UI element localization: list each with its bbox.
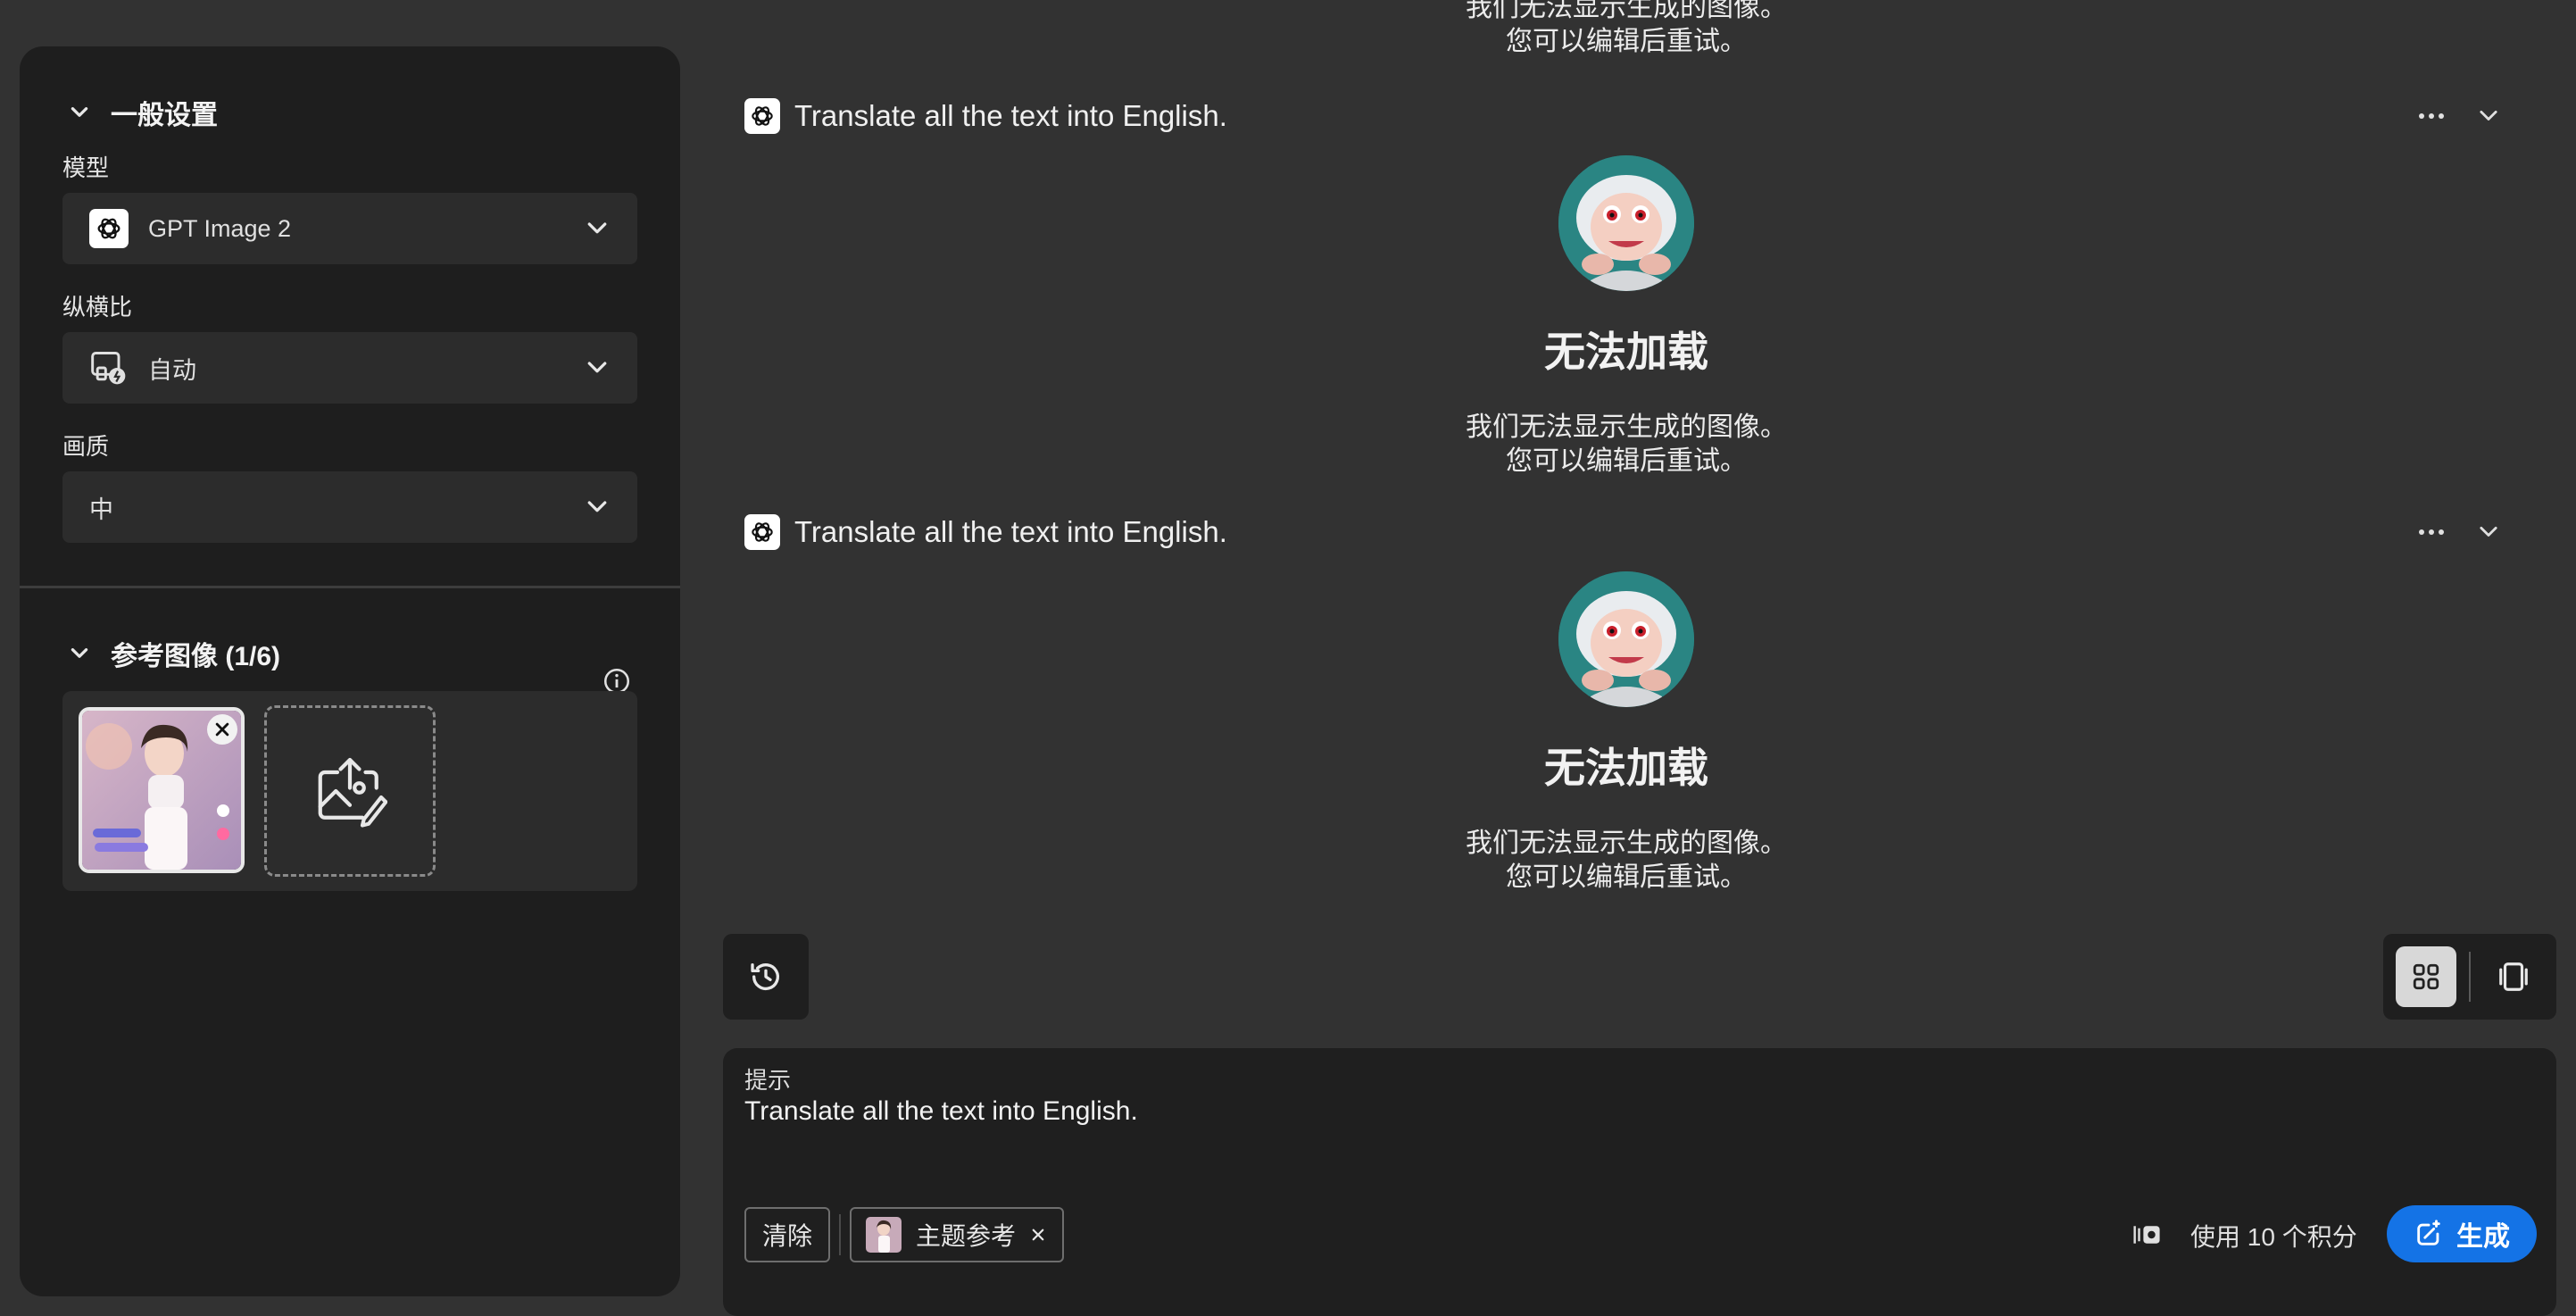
close-icon: [213, 720, 231, 738]
clear-button[interactable]: 清除: [744, 1207, 831, 1262]
error-line-2: 您可以编辑后重试。: [1506, 862, 1747, 892]
more-options-button[interactable]: [2415, 100, 2447, 132]
section-divider: [20, 586, 680, 588]
generation-prompt: Translate all the text into English.: [794, 99, 1227, 132]
chevron-down-icon: [584, 494, 611, 521]
reference-images-title: 参考图像 (1/6): [111, 642, 281, 671]
prompt-box: 提示 Translate all the text into English. …: [723, 1048, 2556, 1316]
openai-icon: [744, 514, 780, 550]
aspect-ratio-select[interactable]: 自动: [62, 332, 637, 404]
chip-divider: [839, 1214, 841, 1255]
history-icon: [748, 959, 784, 995]
clear-label: 清除: [762, 1222, 813, 1250]
subject-reference-chip[interactable]: 主题参考: [850, 1207, 1065, 1262]
quality-label: 画质: [62, 433, 110, 460]
close-icon[interactable]: [1030, 1227, 1046, 1243]
single-view-button[interactable]: [2483, 946, 2544, 1007]
chevron-down-icon: [2476, 520, 2501, 545]
openai-icon: [89, 209, 129, 248]
error-title: 无法加载: [1544, 745, 1708, 791]
error-title: 无法加载: [1544, 329, 1708, 375]
more-icon: [2418, 528, 2445, 537]
subject-reference-label: 主题参考: [916, 1222, 1017, 1250]
error-line-1: 我们无法显示生成的图像。: [1466, 0, 1787, 22]
credits-icon: [2131, 1221, 2162, 1248]
error-line-1: 我们无法显示生成的图像。: [1466, 829, 1787, 858]
view-mode-toggle: [2383, 934, 2556, 1020]
chevron-down-icon: [68, 101, 91, 124]
history-button[interactable]: [723, 934, 809, 1020]
grid-view-icon: [2411, 962, 2441, 992]
single-view-icon: [2497, 960, 2530, 994]
aspect-ratio-label: 纵横比: [62, 294, 133, 321]
generate-icon: [2414, 1219, 2444, 1249]
generate-button[interactable]: 生成: [2387, 1205, 2537, 1262]
collapse-button[interactable]: [2472, 516, 2505, 548]
reference-images-area: [62, 691, 637, 891]
error-line-1: 我们无法显示生成的图像。: [1466, 412, 1787, 442]
reference-images-header[interactable]: 参考图像 (1/6): [68, 634, 280, 673]
more-icon: [2418, 112, 2445, 121]
quality-value: 中: [89, 496, 113, 523]
error-mascot-image: [1558, 155, 1694, 291]
generation-header: Translate all the text into English.: [744, 98, 1227, 134]
toggle-divider: [2469, 952, 2471, 1002]
general-settings-header[interactable]: 一般设置: [68, 93, 218, 132]
error-line-2: 您可以编辑后重试。: [1506, 27, 1747, 56]
settings-panel: 一般设置 模型 GPT Image 2 纵横比 自动 画质 中 参考图像 (1/…: [20, 46, 680, 1296]
partial-error-message: 我们无法显示生成的图像。 您可以编辑后重试。: [1269, 0, 1983, 59]
remove-reference-button[interactable]: [207, 714, 237, 745]
aspect-ratio-icon: [89, 348, 129, 387]
model-value: GPT Image 2: [148, 214, 292, 242]
prompt-label: 提示: [744, 1067, 792, 1094]
chevron-down-icon: [68, 642, 91, 665]
collapse-button[interactable]: [2472, 100, 2505, 132]
upload-image-icon: [312, 754, 387, 829]
chevron-down-icon: [2476, 104, 2501, 129]
quality-select[interactable]: 中: [62, 471, 637, 543]
model-label: 模型: [62, 154, 110, 181]
chevron-down-icon: [584, 354, 611, 381]
reference-thumbnail[interactable]: [79, 707, 245, 873]
error-line-2: 您可以编辑后重试。: [1506, 446, 1747, 476]
credits-text: 使用 10 个积分: [2190, 1223, 2357, 1251]
error-block: 无法加载 我们无法显示生成的图像。 您可以编辑后重试。: [1269, 320, 1983, 479]
chevron-down-icon: [584, 215, 611, 242]
model-select[interactable]: GPT Image 2: [62, 193, 637, 264]
prompt-input[interactable]: Translate all the text into English.: [744, 1096, 2440, 1127]
grid-view-button[interactable]: [2396, 946, 2456, 1007]
generation-header: Translate all the text into English.: [744, 514, 1227, 550]
generation-prompt: Translate all the text into English.: [794, 515, 1227, 548]
general-settings-title: 一般设置: [111, 101, 218, 130]
subject-thumbnail: [866, 1217, 902, 1253]
openai-icon: [744, 98, 780, 134]
error-block: 无法加载 我们无法显示生成的图像。 您可以编辑后重试。: [1269, 736, 1983, 895]
aspect-ratio-value: 自动: [148, 356, 196, 384]
upload-reference-button[interactable]: [264, 705, 436, 877]
generate-label: 生成: [2456, 1222, 2510, 1252]
more-options-button[interactable]: [2415, 516, 2447, 548]
error-mascot-image: [1558, 571, 1694, 707]
